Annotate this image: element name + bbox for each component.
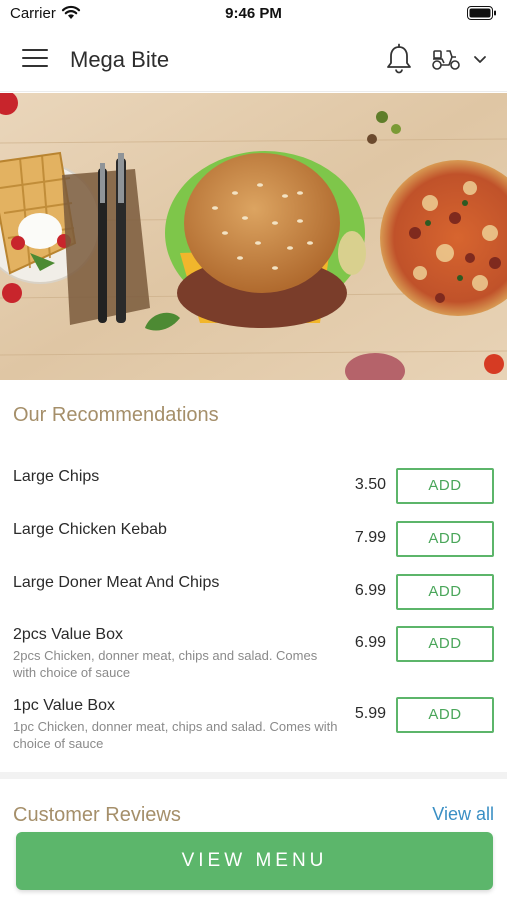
item-name: Large Chicken Kebab — [13, 521, 167, 538]
recommendations-title: Our Recommendations — [13, 404, 219, 426]
item-name: Large Chips — [13, 468, 100, 485]
hero-banner-image — [0, 93, 507, 380]
item-price: 6.99 — [354, 582, 386, 599]
account-dropdown-button[interactable] — [472, 52, 488, 66]
section-divider — [0, 772, 507, 779]
item-description: 2pcs Chicken, donner meat, chips and sal… — [13, 648, 318, 680]
menu-button[interactable] — [22, 49, 48, 71]
view-all-reviews-link[interactable]: View all — [432, 804, 494, 825]
reviews-title: Customer Reviews — [13, 804, 181, 826]
view-menu-button[interactable]: VIEW MENU — [16, 832, 493, 890]
chevron-down-icon — [474, 56, 486, 63]
item-name: Large Doner Meat And Chips — [13, 574, 220, 591]
add-button[interactable]: ADD — [396, 626, 494, 662]
bell-icon — [387, 43, 411, 74]
battery-icon — [467, 6, 496, 20]
status-time: 9:46 PM — [225, 5, 282, 22]
item-price: 5.99 — [354, 705, 386, 722]
add-button[interactable]: ADD — [396, 468, 494, 504]
item-description: 1pc Chicken, donner meat, chips and sala… — [13, 719, 338, 751]
item-price: 6.99 — [354, 634, 386, 651]
add-button[interactable]: ADD — [396, 521, 494, 557]
item-name: 1pc Value Box — [13, 697, 115, 714]
scooter-icon — [432, 50, 460, 70]
app-title: Mega Bite — [70, 47, 170, 72]
add-button[interactable]: ADD — [396, 697, 494, 733]
status-bar: Carrier 9:46 PM — [0, 0, 507, 28]
menu-icon — [22, 49, 48, 67]
notifications-button[interactable] — [385, 43, 413, 75]
app-header: Mega Bite — [0, 28, 507, 92]
item-name: 2pcs Value Box — [13, 626, 123, 643]
add-button[interactable]: ADD — [396, 574, 494, 610]
item-price: 3.50 — [354, 476, 386, 493]
delivery-mode-button[interactable] — [430, 47, 462, 71]
item-price: 7.99 — [354, 529, 386, 546]
